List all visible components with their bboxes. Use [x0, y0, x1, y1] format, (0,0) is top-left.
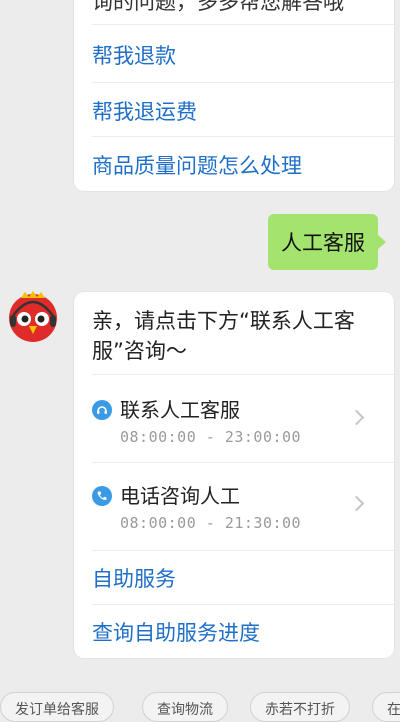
divider [92, 136, 394, 137]
mascot-avatar-icon [9, 291, 57, 342]
headset-icon [92, 400, 112, 420]
faq-link-quality-issue[interactable]: 商品质量问题怎么处理 [92, 138, 394, 191]
faq-link-refund[interactable]: 帮我退款 [92, 28, 394, 82]
phone-icon [92, 486, 112, 506]
divider [92, 374, 394, 375]
quick-reply-send-order[interactable]: 发订单给客服 [0, 692, 114, 722]
divider [92, 24, 394, 25]
divider [92, 462, 394, 463]
service-hours: 08:00:00 - 21:30:00 [120, 514, 302, 532]
service-name: 电话咨询人工 [120, 484, 240, 508]
quick-reply-no-discount[interactable]: 赤若不打折 [250, 692, 350, 722]
divider [92, 82, 394, 83]
quick-reply-bar: 发订单给客服 查询物流 赤若不打折 在 [0, 688, 400, 722]
faq-link-refund-shipping[interactable]: 帮我退运费 [92, 84, 394, 138]
service-phone-consult[interactable]: 电话咨询人工 08:00:00 - 21:30:00 [92, 476, 394, 560]
bot-message-text: 亲，请点击下方“联系人工客服”咨询～ [92, 309, 355, 363]
chevron-right-icon [348, 409, 365, 426]
bot-avatar [7, 290, 59, 342]
faq-intro-text: 询的问题，多多帮您解答哦 [92, 0, 344, 14]
service-hours: 08:00:00 - 23:00:00 [120, 428, 302, 446]
self-service-link[interactable]: 自助服务 [92, 551, 394, 605]
self-service-progress-link[interactable]: 查询自助服务进度 [92, 605, 394, 659]
chevron-right-icon [348, 495, 365, 512]
quick-reply-more[interactable]: 在 [372, 692, 400, 722]
user-message-text: 人工客服 [281, 231, 365, 255]
service-name: 联系人工客服 [120, 398, 240, 422]
user-message-bubble: 人工客服 [268, 214, 386, 270]
bot-reply-card: 亲，请点击下方“联系人工客服”咨询～ 联系人工客服 08:00:00 - 23:… [74, 292, 394, 658]
quick-reply-track-logistics[interactable]: 查询物流 [142, 692, 228, 722]
faq-card: 询的问题，多多帮您解答哦 帮我退款 帮我退运费 商品质量问题怎么处理 [74, 0, 394, 191]
